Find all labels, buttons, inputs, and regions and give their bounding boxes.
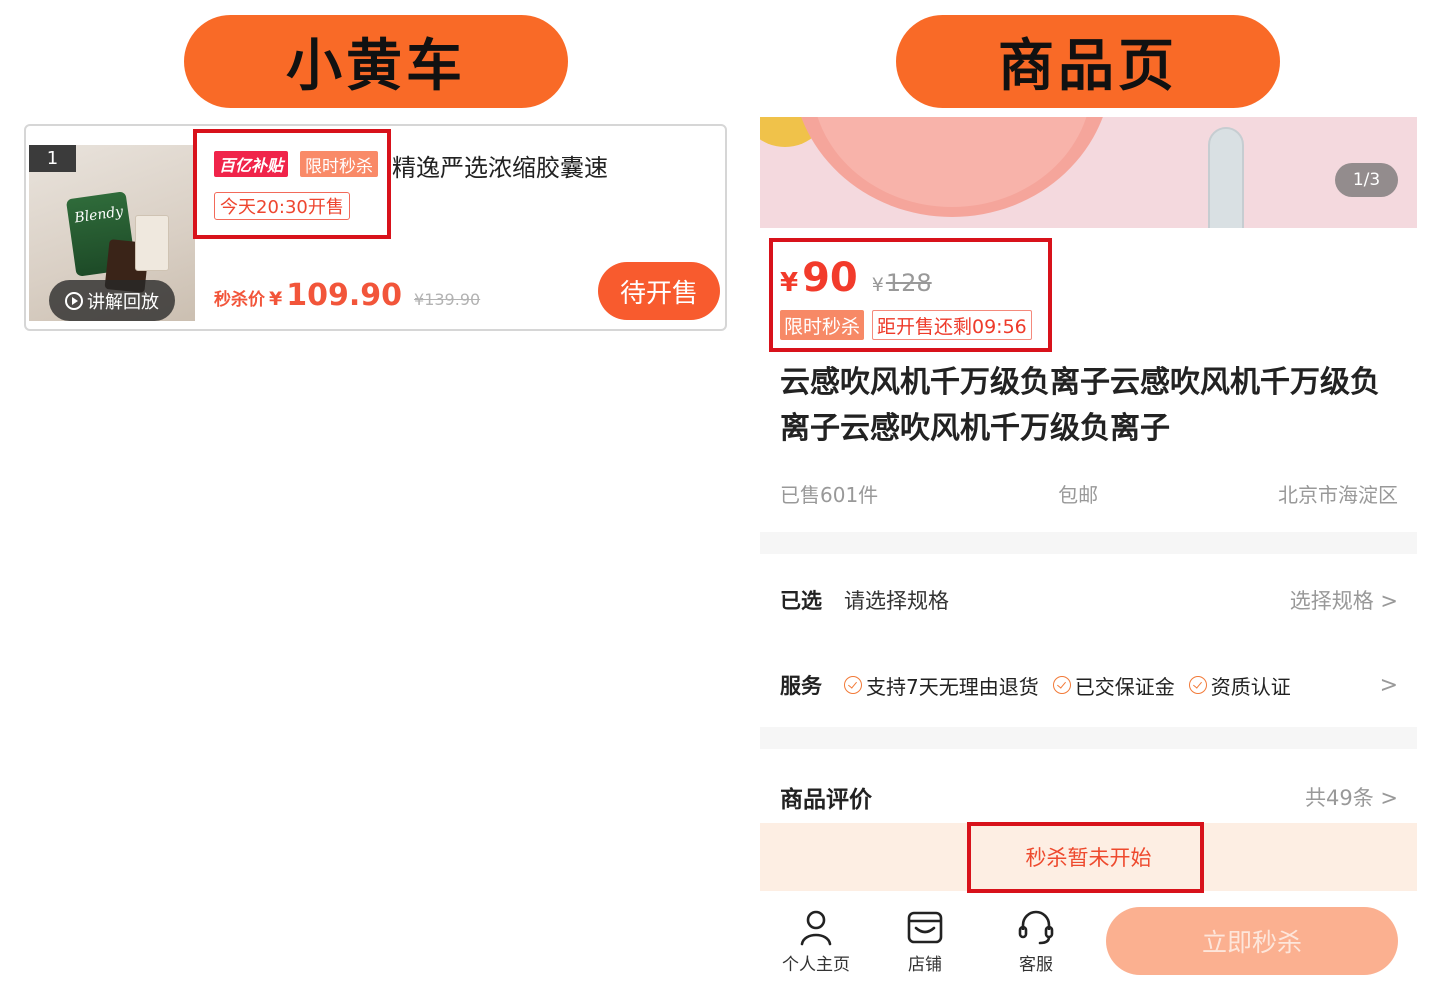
flash-price: 109.90 [286,278,403,313]
service-item-label: 已交保证金 [1074,674,1175,699]
service-item-return: 支持7天无理由退货 [844,671,1039,700]
service-item-label: 支持7天无理由退货 [866,674,1039,699]
spec-selector-row[interactable]: 已选 请选择规格 选择规格 > [780,585,1398,615]
image-counter-text: 1/3 [1352,170,1381,190]
product-title: 云感吹风机千万级负离子云感吹风机千万级负离子云感吹风机千万级负离子 [780,365,1380,446]
original-price: ¥139.90 [414,290,481,309]
chevron-right-icon[interactable]: > [1380,673,1398,698]
highlight-box-cart-tags [193,129,391,239]
spec-value: 请选择规格 [844,589,949,613]
service-label: 服务 [780,674,822,698]
product-meta-row: 已售601件 包邮 北京市海淀区 [780,479,1398,508]
presale-button[interactable]: 待开售 [598,262,720,320]
product-image-carousel[interactable]: 1/3 [760,117,1417,228]
headset-icon [1018,910,1054,945]
service-item-label: 资质认证 [1210,674,1291,699]
ship-location: 北京市海淀区 [1278,483,1398,507]
replay-button[interactable]: 讲解回放 [49,280,175,321]
sold-count: 已售601件 [780,483,879,507]
replay-label: 讲解回放 [87,291,159,313]
section-divider [760,532,1417,554]
store-label: 店铺 [908,955,942,975]
rank-number: 1 [46,148,59,169]
thumbnail-box [135,215,169,271]
reviews-title: 商品评价 [780,787,872,813]
image-plate-inner [812,117,1092,207]
play-circle-icon [65,291,83,310]
person-icon [800,910,832,946]
thumbnail-brand: Blendy [73,203,125,227]
service-row[interactable]: 服务 支持7天无理由退货 已交保证金 资质认证 > [780,670,1398,700]
cart-price-row: 秒杀价 ¥ 109.90 ¥139.90 [214,278,480,313]
service-item-certified: 资质认证 [1188,671,1291,700]
profile-label: 个人主页 [782,955,850,975]
image-cable [1208,127,1244,228]
shipping-info: 包邮 [1058,483,1099,507]
customer-service-label: 客服 [1019,955,1053,975]
reviews-count[interactable]: 共49条 > [1305,782,1398,812]
customer-service-button[interactable]: 客服 [996,908,1076,975]
image-counter: 1/3 [1335,163,1398,197]
profile-button[interactable]: 个人主页 [776,908,856,975]
check-circle-icon [1052,676,1071,694]
header-pill-cart-label: 小黄车 [286,34,466,99]
spec-action[interactable]: 选择规格 > [1290,585,1398,615]
service-item-deposit: 已交保证金 [1052,671,1175,700]
check-circle-icon [844,676,862,694]
presale-button-label: 待开售 [619,278,698,309]
flash-price-label: 秒杀价 [214,290,265,310]
bottom-action-bar: 个人主页 店铺 客服 立即秒杀 [760,891,1417,994]
reviews-row[interactable]: 商品评价 共49条 > [780,782,1398,813]
buy-now-label: 立即秒杀 [1201,928,1302,957]
header-pill-product: 商品页 [896,15,1280,108]
product-thumbnail[interactable]: Blendy 1 讲解回放 [29,145,195,321]
header-pill-cart: 小黄车 [184,15,568,108]
cart-product-title[interactable]: 精逸严选浓缩胶囊速 [392,148,608,183]
buy-now-button[interactable]: 立即秒杀 [1106,907,1398,975]
store-button[interactable]: 店铺 [885,908,965,975]
highlight-box-notice [967,822,1204,893]
section-divider [760,727,1417,749]
highlight-box-price [769,238,1052,352]
spec-label: 已选 [780,589,822,613]
rank-badge: 1 [29,145,76,172]
header-pill-product-label: 商品页 [998,34,1178,99]
check-circle-icon [1188,676,1207,694]
store-icon [907,911,943,944]
price-currency: ¥ [269,288,283,310]
